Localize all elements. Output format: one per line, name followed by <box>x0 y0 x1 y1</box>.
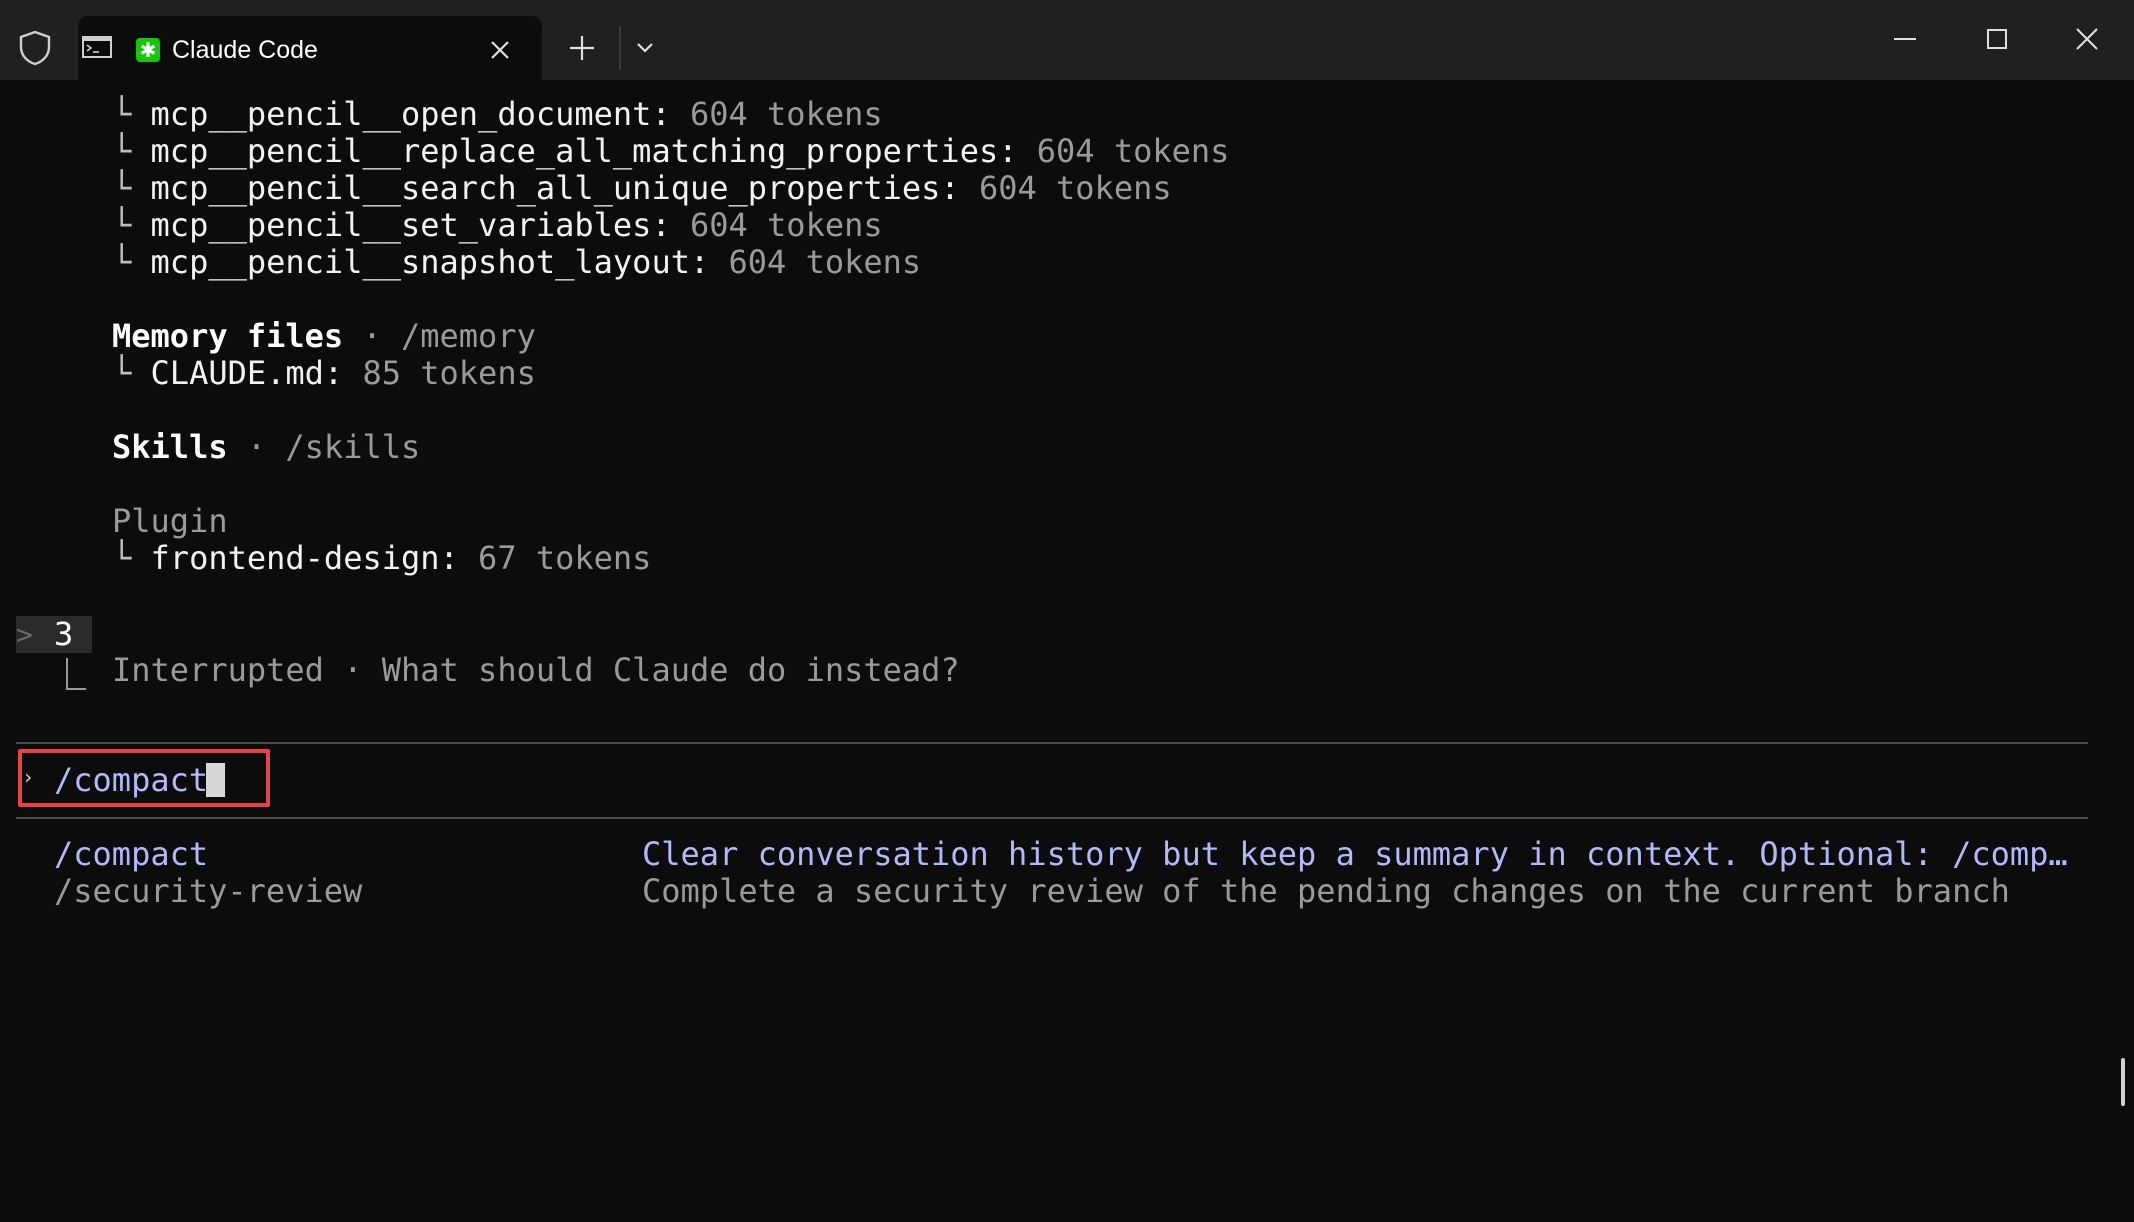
tab-title: Claude Code <box>172 36 318 64</box>
previous-prompt-text: 3 <box>54 615 74 653</box>
minimize-icon[interactable] <box>1888 22 1922 56</box>
plugin-entry: └ frontend-design: 67 tokens <box>112 539 652 577</box>
tab-divider <box>619 26 621 70</box>
input-top-divider <box>16 742 2088 744</box>
text-cursor <box>206 763 225 797</box>
tool-entry: └ mcp__pencil__open_document: 604 tokens <box>112 95 883 133</box>
tool-entry: └ mcp__pencil__search_all_unique_propert… <box>112 169 1172 207</box>
prompt-glyph: > <box>16 618 33 651</box>
input-bottom-divider <box>16 817 2088 819</box>
input-caret: › <box>22 765 35 789</box>
tree-corner-icon <box>66 658 86 690</box>
plugin-heading: Plugin <box>112 502 228 540</box>
interrupted-message: Interrupted · What should Claude do inst… <box>112 651 960 689</box>
close-window-icon[interactable] <box>2070 22 2104 56</box>
tool-entry: └ mcp__pencil__replace_all_matching_prop… <box>112 132 1230 170</box>
suggestion-description[interactable]: Clear conversation history but keep a su… <box>642 836 2068 873</box>
tab-claude-code[interactable]: ✱ Claude Code <box>78 16 542 80</box>
claude-app-icon: ✱ <box>136 38 160 62</box>
previous-prompt: > 3 <box>16 616 92 653</box>
skills-heading: Skills · /skills <box>112 428 421 466</box>
command-input[interactable]: /compact <box>54 762 208 799</box>
terminal-output[interactable]: └ mcp__pencil__open_document: 604 tokens… <box>0 80 2134 1222</box>
memory-file-entry: └ CLAUDE.md: 85 tokens <box>112 354 536 392</box>
chevron-down-icon[interactable] <box>630 34 660 62</box>
close-tab-icon[interactable] <box>486 36 514 64</box>
suggestion-description[interactable]: Complete a security review of the pendin… <box>642 873 2010 910</box>
memory-files-heading: Memory files · /memory <box>112 317 536 355</box>
new-tab-plus-icon[interactable] <box>566 32 598 64</box>
suggestion-command[interactable]: /security-review <box>54 873 362 910</box>
suggestion-command[interactable]: /compact <box>54 836 208 873</box>
scrollbar-thumb[interactable] <box>2121 1058 2125 1106</box>
maximize-icon[interactable] <box>1980 22 2014 56</box>
title-bar: ✱ Claude Code <box>0 0 2134 80</box>
terminal-icon <box>82 36 112 58</box>
shield-icon <box>19 30 51 66</box>
tool-entry: └ mcp__pencil__snapshot_layout: 604 toke… <box>112 243 922 281</box>
tool-entry: └ mcp__pencil__set_variables: 604 tokens <box>112 206 883 244</box>
